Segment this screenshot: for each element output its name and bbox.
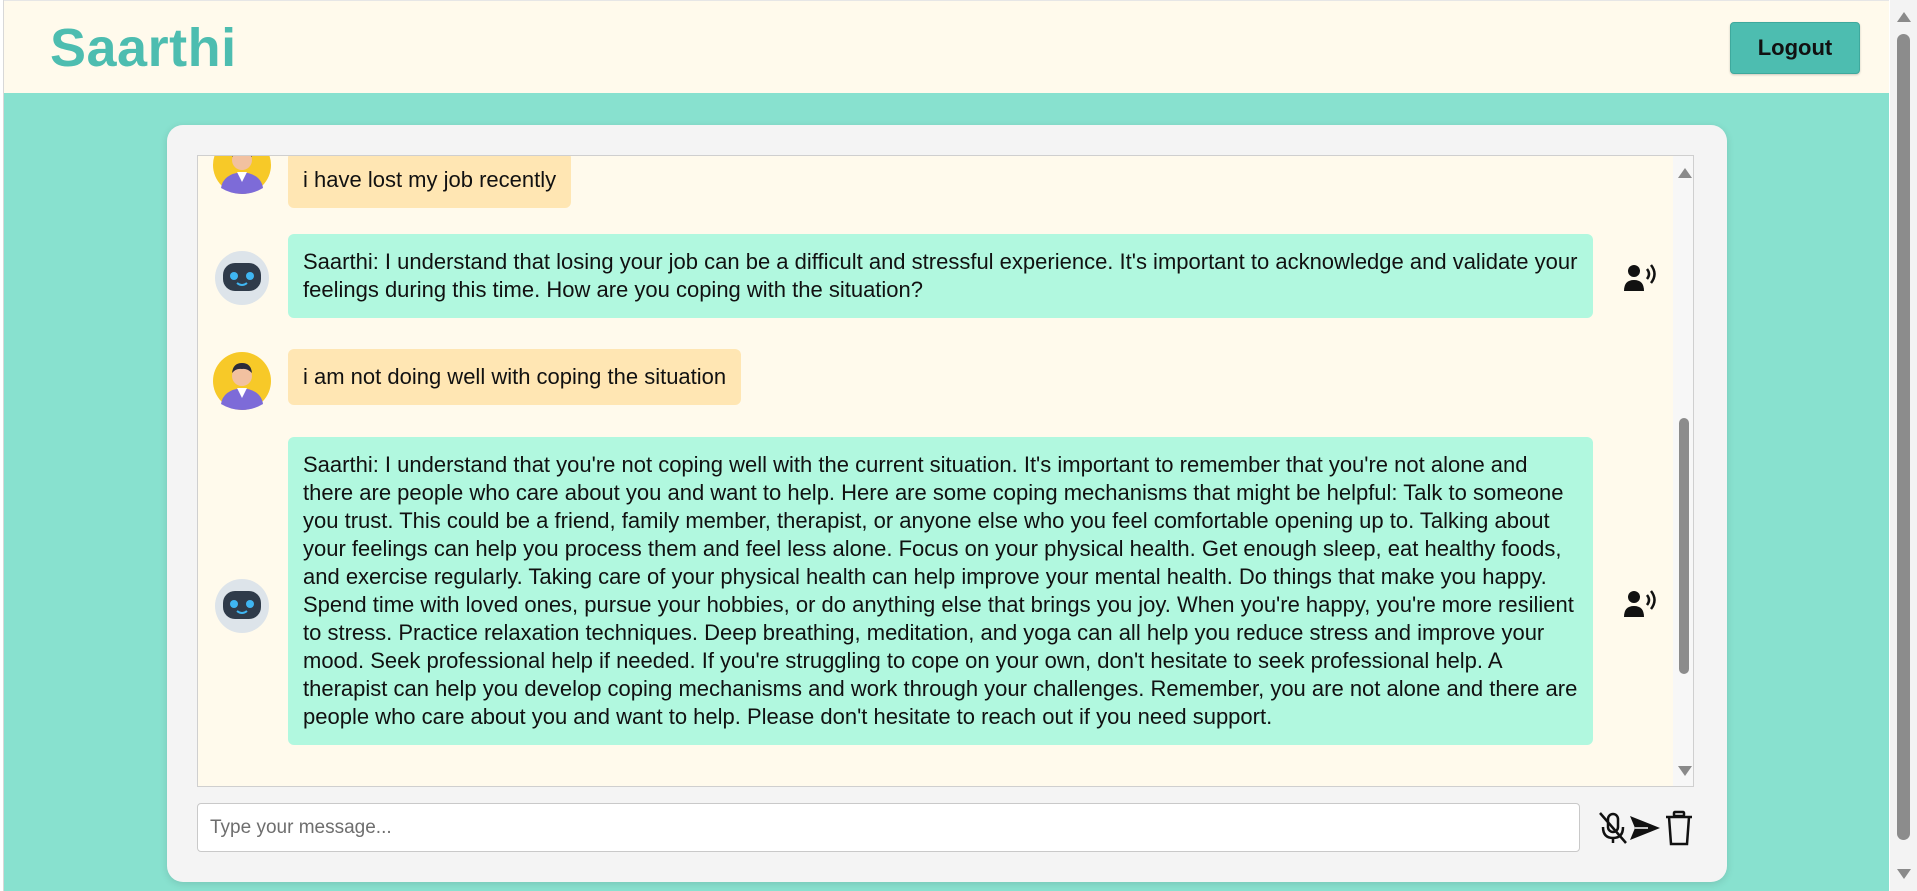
message-input[interactable] bbox=[197, 803, 1580, 852]
mic-off-icon bbox=[1599, 812, 1627, 844]
scroll-down-arrow-icon[interactable] bbox=[1678, 766, 1692, 776]
page-scroll-up-icon[interactable] bbox=[1897, 12, 1911, 22]
app-header: Saarthi Logout bbox=[4, 0, 1889, 93]
bot-avatar-icon bbox=[215, 579, 269, 633]
send-button[interactable] bbox=[1628, 810, 1662, 846]
clear-chat-button[interactable] bbox=[1662, 810, 1696, 846]
speaker-icon[interactable] bbox=[1622, 261, 1660, 295]
message-bot: Saarthi: I understand that you're not co… bbox=[198, 437, 1673, 777]
chat-scroll-thumb[interactable] bbox=[1679, 418, 1689, 674]
message-list: i have lost my job recently Saarthi: I u… bbox=[198, 156, 1673, 786]
bot-avatar-icon bbox=[215, 251, 269, 305]
message-user: i have lost my job recently bbox=[198, 156, 1673, 216]
chat-window[interactable]: i have lost my job recently Saarthi: I u… bbox=[197, 155, 1694, 787]
mic-button[interactable] bbox=[1596, 810, 1630, 846]
chat-card: i have lost my job recently Saarthi: I u… bbox=[167, 125, 1727, 882]
user-message-bubble: i have lost my job recently bbox=[288, 156, 572, 208]
message-user: i am not doing well with coping the situ… bbox=[198, 349, 1673, 414]
page-scroll-thumb[interactable] bbox=[1897, 34, 1910, 840]
trash-icon bbox=[1666, 810, 1692, 846]
bot-message-bubble: Saarthi: I understand that losing your j… bbox=[288, 234, 1593, 318]
chat-scrollbar[interactable] bbox=[1673, 156, 1693, 786]
page-scroll-down-icon[interactable] bbox=[1897, 869, 1911, 879]
message-bot: Saarthi: I understand that losing your j… bbox=[198, 234, 1673, 324]
logout-button[interactable]: Logout bbox=[1730, 22, 1860, 74]
brand-logo: Saarthi bbox=[50, 18, 237, 78]
page: Saarthi Logout i have lost my job recent… bbox=[3, 0, 1889, 891]
speaker-icon[interactable] bbox=[1622, 587, 1660, 621]
send-icon bbox=[1630, 816, 1660, 840]
user-avatar-icon bbox=[213, 156, 271, 194]
user-avatar-icon bbox=[213, 352, 271, 410]
user-message-bubble: i am not doing well with coping the situ… bbox=[288, 349, 742, 405]
bot-message-bubble: Saarthi: I understand that you're not co… bbox=[288, 437, 1593, 745]
composer bbox=[197, 803, 1694, 853]
page-scrollbar[interactable] bbox=[1890, 0, 1917, 891]
scroll-up-arrow-icon[interactable] bbox=[1678, 168, 1692, 178]
